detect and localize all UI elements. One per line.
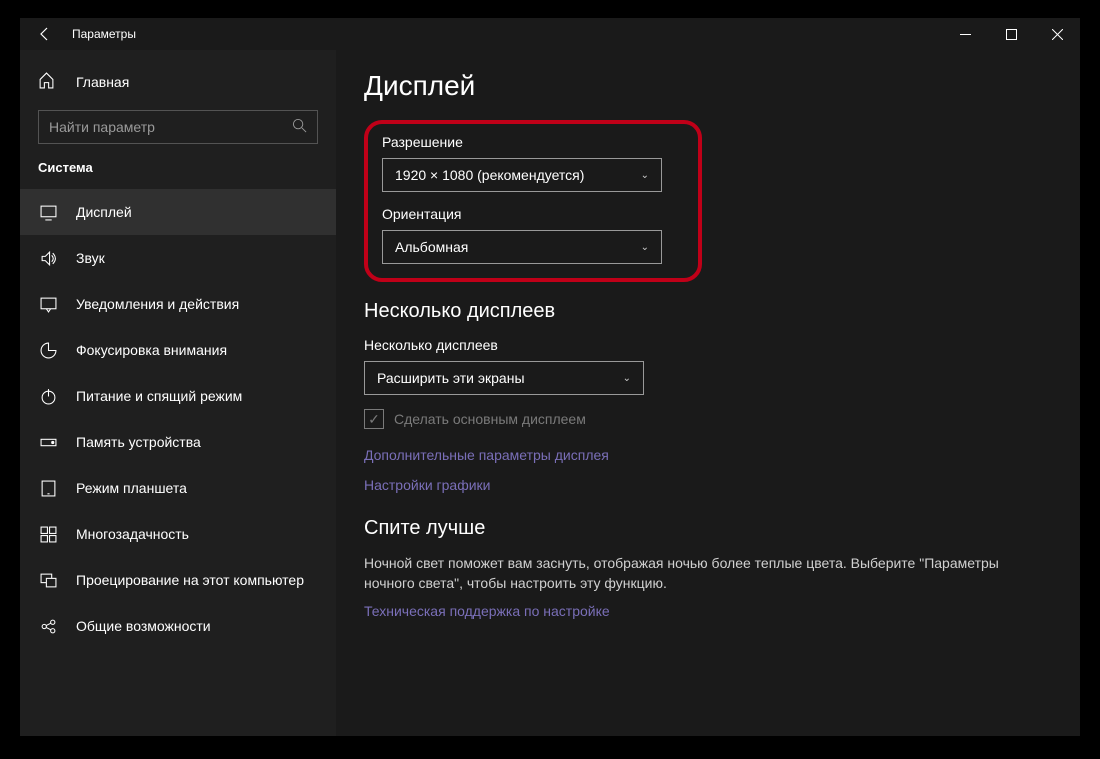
- sidebar-item-display[interactable]: Дисплей: [20, 189, 336, 235]
- display-icon: [38, 204, 58, 221]
- sidebar-item-storage[interactable]: Память устройства: [20, 419, 336, 465]
- app-title: Параметры: [72, 27, 136, 41]
- sidebar-item-tablet[interactable]: Режим планшета: [20, 465, 336, 511]
- search-input-container[interactable]: [38, 110, 318, 144]
- close-button[interactable]: [1034, 18, 1080, 50]
- multi-displays-value: Расширить эти экраны: [377, 370, 525, 386]
- sidebar-item-label: Звук: [76, 250, 105, 266]
- sidebar-item-label: Память устройства: [76, 434, 201, 450]
- graphics-settings-link[interactable]: Настройки графики: [364, 477, 1052, 493]
- projecting-icon: [38, 572, 58, 589]
- content-area: Дисплей Разрешение 1920 × 1080 (рекоменд…: [336, 50, 1080, 736]
- primary-display-checkbox-row: ✓ Сделать основным дисплеем: [364, 409, 1052, 429]
- arrow-left-icon: [37, 26, 53, 42]
- sidebar: Главная Система Дисплей Звук: [20, 50, 336, 736]
- sidebar-item-power[interactable]: Питание и спящий режим: [20, 373, 336, 419]
- resolution-dropdown[interactable]: 1920 × 1080 (рекомендуется) ⌄: [382, 158, 662, 192]
- close-icon: [1052, 29, 1063, 40]
- orientation-label: Ориентация: [382, 206, 684, 222]
- orientation-dropdown[interactable]: Альбомная ⌄: [382, 230, 662, 264]
- multitasking-icon: [38, 526, 58, 543]
- sidebar-item-label: Проецирование на этот компьютер: [76, 572, 304, 588]
- sidebar-home-label: Главная: [76, 74, 129, 90]
- sidebar-item-notifications[interactable]: Уведомления и действия: [20, 281, 336, 327]
- maximize-button[interactable]: [988, 18, 1034, 50]
- back-button[interactable]: [30, 19, 60, 49]
- sidebar-item-multitasking[interactable]: Многозадачность: [20, 511, 336, 557]
- sidebar-category: Система: [20, 160, 336, 189]
- sound-icon: [38, 250, 58, 267]
- resolution-value: 1920 × 1080 (рекомендуется): [395, 167, 584, 183]
- minimize-icon: [960, 29, 971, 40]
- sidebar-item-label: Питание и спящий режим: [76, 388, 242, 404]
- shared-icon: [38, 618, 58, 635]
- storage-icon: [38, 434, 58, 451]
- primary-display-checkbox: ✓: [364, 409, 384, 429]
- tablet-icon: [38, 480, 58, 497]
- sleep-better-description: Ночной свет поможет вам заснуть, отображ…: [364, 554, 1024, 593]
- chevron-down-icon: ⌄: [623, 373, 631, 384]
- sidebar-item-label: Фокусировка внимания: [76, 342, 227, 358]
- page-title: Дисплей: [364, 70, 1052, 102]
- multi-displays-label: Несколько дисплеев: [364, 337, 1052, 353]
- home-icon: [38, 72, 58, 92]
- sidebar-item-label: Режим планшета: [76, 480, 187, 496]
- multi-displays-dropdown[interactable]: Расширить эти экраны ⌄: [364, 361, 644, 395]
- chevron-down-icon: ⌄: [641, 242, 649, 253]
- settings-window: Параметры Главная: [20, 18, 1080, 736]
- sidebar-item-focus[interactable]: Фокусировка внимания: [20, 327, 336, 373]
- power-icon: [38, 388, 58, 405]
- sleep-better-heading: Спите лучше: [364, 517, 1052, 540]
- sidebar-item-projecting[interactable]: Проецирование на этот компьютер: [20, 557, 336, 603]
- search-icon: [292, 118, 307, 136]
- primary-display-checkbox-label: Сделать основным дисплеем: [394, 411, 586, 427]
- chevron-down-icon: ⌄: [641, 170, 649, 181]
- titlebar: Параметры: [20, 18, 1080, 50]
- sidebar-item-label: Уведомления и действия: [76, 296, 239, 312]
- advanced-display-link[interactable]: Дополнительные параметры дисплея: [364, 447, 1052, 463]
- support-link[interactable]: Техническая поддержка по настройке: [364, 603, 1052, 619]
- sidebar-item-shared[interactable]: Общие возможности: [20, 603, 336, 649]
- sidebar-item-label: Многозадачность: [76, 526, 189, 542]
- notifications-icon: [38, 296, 58, 313]
- orientation-value: Альбомная: [395, 239, 468, 255]
- search-input[interactable]: [49, 119, 292, 135]
- resolution-highlight-box: Разрешение 1920 × 1080 (рекомендуется) ⌄…: [364, 120, 702, 282]
- minimize-button[interactable]: [942, 18, 988, 50]
- sidebar-item-label: Дисплей: [76, 204, 132, 220]
- multi-displays-heading: Несколько дисплеев: [364, 300, 1052, 323]
- sidebar-item-label: Общие возможности: [76, 618, 211, 634]
- maximize-icon: [1006, 29, 1017, 40]
- focus-icon: [38, 342, 58, 359]
- sidebar-home[interactable]: Главная: [20, 62, 336, 102]
- resolution-label: Разрешение: [382, 134, 684, 150]
- sidebar-item-sound[interactable]: Звук: [20, 235, 336, 281]
